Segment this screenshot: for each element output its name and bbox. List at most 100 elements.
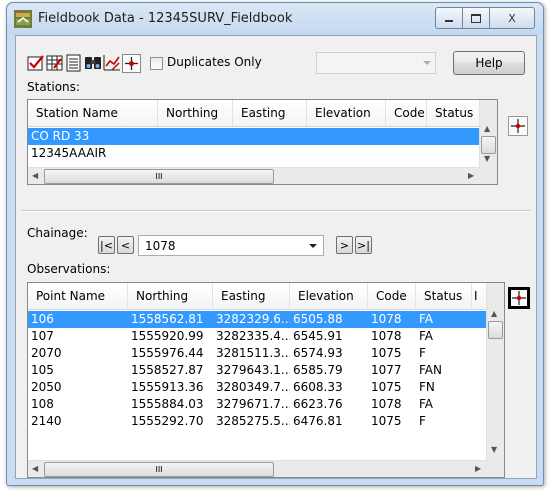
last-icon: >| <box>357 238 370 252</box>
observations-horizontal-scrollbar[interactable]: ◀ III ▶ <box>28 460 487 477</box>
chevron-down-icon <box>309 243 317 248</box>
column-header[interactable]: Elevation <box>290 283 368 309</box>
table-edit-icon[interactable] <box>46 54 64 72</box>
table-row[interactable]: 2140 1555292.70 3285275.5... 6476.81 1075 F <box>28 413 487 430</box>
maximize-icon <box>471 13 481 23</box>
observations-locate-button[interactable] <box>508 287 530 309</box>
observations-vertical-scrollbar[interactable]: ▲ ▼ <box>486 283 504 477</box>
point-name-cell: 107 <box>31 329 54 343</box>
observations-table: Point Name Northing Easting Elevation Co… <box>27 282 505 478</box>
elevation-cell: 6608.33 <box>293 380 343 394</box>
column-header[interactable]: Elevation <box>307 100 386 126</box>
status-cell: FN <box>419 380 435 394</box>
help-button[interactable]: Help <box>453 51 525 75</box>
scroll-left-icon[interactable]: ◀ <box>32 171 38 180</box>
next-chainage-button[interactable]: > <box>336 236 353 254</box>
easting-cell: 3279643.1... <box>216 363 290 377</box>
point-name-cell: 2140 <box>31 414 62 428</box>
stations-horizontal-scrollbar[interactable]: ◀ III ▶ <box>28 167 480 184</box>
fieldbook-data-window: Fieldbook Data - 12345SURV_Fieldbook X D… <box>6 2 544 486</box>
stations-label: Stations: <box>27 80 80 94</box>
check-edit-icon[interactable] <box>27 54 45 72</box>
column-header[interactable]: Easting <box>213 283 290 309</box>
stations-vertical-scrollbar[interactable]: ▲ ▼ <box>479 100 497 184</box>
status-cell: FA <box>419 312 434 326</box>
list-icon[interactable] <box>65 54 83 72</box>
binoculars-icon[interactable] <box>84 54 102 72</box>
chainage-dropdown[interactable]: 1078 <box>138 235 324 256</box>
scroll-left-icon[interactable]: ◀ <box>32 464 38 473</box>
stations-locate-button[interactable] <box>508 116 528 136</box>
help-button-label: Help <box>475 56 503 70</box>
scroll-thumb[interactable]: III <box>44 462 274 477</box>
column-header[interactable]: Code <box>386 100 427 126</box>
minimize-button[interactable] <box>435 7 463 29</box>
column-header[interactable]: Status <box>416 283 472 309</box>
column-header[interactable]: Easting <box>233 100 307 126</box>
table-row[interactable]: 108 1555884.03 3279671.7... 6623.76 1078 FA <box>28 396 487 413</box>
first-chainage-button[interactable]: |< <box>98 236 115 254</box>
title-bar[interactable]: Fieldbook Data - 12345SURV_Fieldbook X <box>7 3 543 35</box>
code-cell: 1078 <box>371 397 402 411</box>
easting-cell: 3285275.5... <box>216 414 290 428</box>
chevron-down-icon <box>423 61 431 65</box>
stations-header: Station Name Northing Easting Elevation … <box>28 100 480 127</box>
northing-cell: 1555292.70 <box>131 414 204 428</box>
northing-cell: 1555920.99 <box>131 329 204 343</box>
scroll-thumb[interactable] <box>488 321 503 339</box>
first-icon: |< <box>100 238 113 252</box>
scroll-up-icon[interactable]: ▲ <box>484 124 490 133</box>
point-name-cell: 106 <box>31 312 54 326</box>
station-name-cell: 12345AAAIR <box>31 146 107 160</box>
scroll-right-icon[interactable]: ▶ <box>475 464 481 473</box>
scroll-right-icon[interactable]: ▶ <box>468 171 474 180</box>
column-header[interactable]: Northing <box>158 100 233 126</box>
code-cell: 1075 <box>371 414 402 428</box>
scroll-thumb[interactable]: III <box>44 169 274 184</box>
crosshair-icon <box>511 119 525 133</box>
scroll-thumb[interactable] <box>481 136 496 154</box>
easting-cell: 3282335.4... <box>216 329 290 343</box>
column-header[interactable]: Code <box>368 283 416 309</box>
point-name-cell: 2050 <box>31 380 62 394</box>
section-divider <box>22 210 530 212</box>
elevation-cell: 6505.88 <box>293 312 343 326</box>
table-row[interactable]: CO RD 33 <box>28 128 480 145</box>
target-icon[interactable] <box>122 54 141 73</box>
column-header[interactable]: Northing <box>128 283 213 309</box>
column-header[interactable]: Point Name <box>28 283 128 309</box>
scroll-up-icon[interactable]: ▲ <box>491 309 497 318</box>
elevation-cell: 6545.91 <box>293 329 343 343</box>
elevation-cell: 6623.76 <box>293 397 343 411</box>
scroll-down-icon[interactable]: ▼ <box>484 154 490 163</box>
table-row[interactable]: 2050 1555913.36 3280349.7... 6608.33 1075 FN <box>28 379 487 396</box>
table-row[interactable]: 105 1558527.87 3279643.1... 6585.79 1077 FAN <box>28 362 487 379</box>
northing-cell: 1555884.03 <box>131 397 204 411</box>
code-cell: 1078 <box>371 329 402 343</box>
scroll-grip: III <box>155 465 163 474</box>
maximize-button[interactable] <box>462 7 490 29</box>
status-cell: F <box>419 346 426 360</box>
chart-edit-icon[interactable] <box>103 54 121 72</box>
close-icon: X <box>508 11 516 25</box>
table-row[interactable]: 12345AAAIR <box>28 145 480 162</box>
stations-table: Station Name Northing Easting Elevation … <box>27 99 498 185</box>
easting-cell: 3281511.3... <box>216 346 290 360</box>
close-button[interactable]: X <box>489 7 535 29</box>
point-name-cell: 2070 <box>31 346 62 360</box>
table-row[interactable]: 2070 1555976.44 3281511.3... 6574.93 1075 F <box>28 345 487 362</box>
scroll-down-icon[interactable]: ▼ <box>491 445 497 454</box>
column-header[interactable]: Status <box>427 100 480 126</box>
station-name-cell: CO RD 33 <box>31 129 90 143</box>
last-chainage-button[interactable]: >| <box>355 236 372 254</box>
column-header[interactable]: I <box>472 283 487 309</box>
table-row[interactable]: 106 1558562.81 3282329.6... 6505.88 1078 FA <box>28 311 487 328</box>
scroll-grip: III <box>155 172 163 181</box>
previous-chainage-button[interactable]: < <box>117 236 134 254</box>
column-header[interactable]: Station Name <box>28 100 158 126</box>
table-row[interactable]: 107 1555920.99 3282335.4... 6545.91 1078 FA <box>28 328 487 345</box>
easting-cell: 3280349.7... <box>216 380 290 394</box>
window-title: Fieldbook Data - 12345SURV_Fieldbook <box>38 11 293 26</box>
duplicates-only-checkbox[interactable] <box>150 57 163 70</box>
minimize-icon <box>445 20 453 22</box>
